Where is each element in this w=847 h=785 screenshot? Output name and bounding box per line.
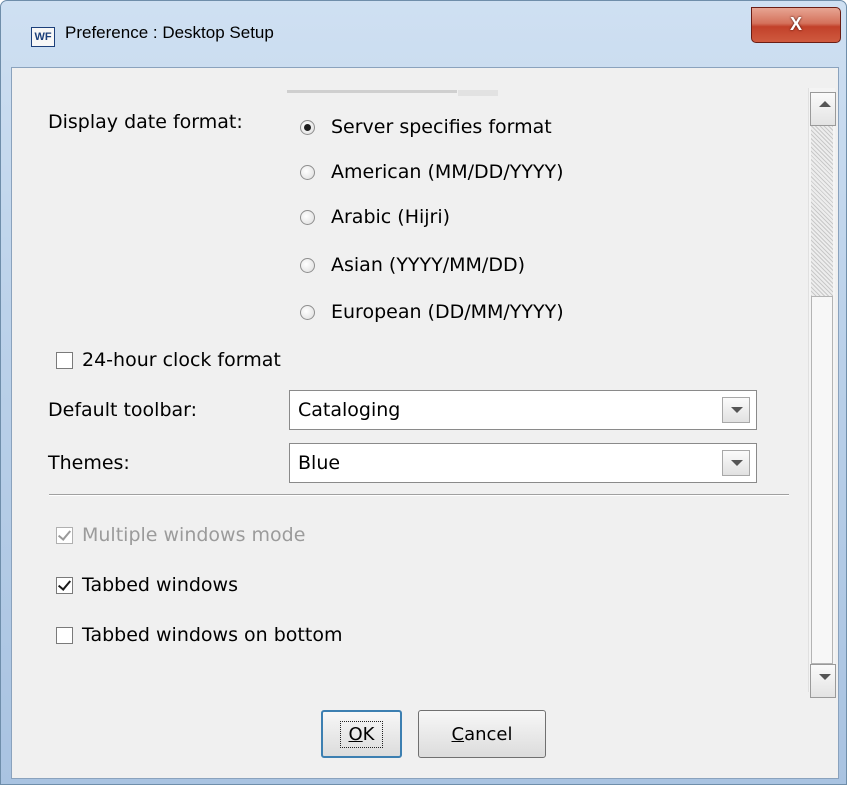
tabbed-bottom-checkbox[interactable]: Tabbed windows on bottom xyxy=(56,624,342,646)
radio-arabic-format[interactable]: Arabic (Hijri) xyxy=(300,206,450,228)
checkbox-disabled xyxy=(56,526,73,544)
checkbox[interactable] xyxy=(56,626,73,644)
radio-label: European (DD/MM/YYYY) xyxy=(331,301,564,323)
radio-label: Asian (YYYY/MM/DD) xyxy=(331,254,525,276)
select-value: Cataloging xyxy=(298,399,401,421)
scroll-up-arrow-icon xyxy=(819,101,831,107)
default-toolbar-select[interactable]: Cataloging xyxy=(289,390,757,430)
checkbox[interactable] xyxy=(56,576,73,594)
scroll-track[interactable] xyxy=(811,126,833,296)
cancel-button[interactable]: Cancel xyxy=(418,710,546,758)
scroll-down-button[interactable] xyxy=(810,664,836,698)
tabbed-windows-checkbox[interactable]: Tabbed windows xyxy=(56,574,238,596)
radio-label: Server specifies format xyxy=(331,116,552,138)
app-logo-icon: WF xyxy=(31,27,55,47)
close-button[interactable]: X xyxy=(751,7,841,43)
themes-select[interactable]: Blue xyxy=(289,443,757,483)
dropdown-button[interactable] xyxy=(722,450,750,476)
dialog-content: Display date format: Server specifies fo… xyxy=(11,67,839,779)
checkbox[interactable] xyxy=(56,351,73,369)
radio-button-selected[interactable] xyxy=(300,119,315,135)
select-value: Blue xyxy=(298,452,341,474)
radio-european-format[interactable]: European (DD/MM/YYYY) xyxy=(300,301,564,323)
radio-button[interactable] xyxy=(300,257,315,273)
checkbox-label: Multiple windows mode xyxy=(82,524,306,546)
window-title: Preference : Desktop Setup xyxy=(65,23,274,42)
scroll-thumb[interactable] xyxy=(811,296,833,664)
radio-american-format[interactable]: American (MM/DD/YYYY) xyxy=(300,161,564,183)
radio-server-format[interactable]: Server specifies format xyxy=(300,116,552,138)
scroll-down-arrow-icon xyxy=(819,674,831,680)
themes-label: Themes: xyxy=(48,452,130,474)
ok-button[interactable]: OK xyxy=(321,710,402,758)
radio-button[interactable] xyxy=(300,209,315,225)
clock-format-checkbox[interactable]: 24-hour clock format xyxy=(56,349,281,371)
separator-line xyxy=(49,494,789,496)
button-label: Cancel xyxy=(451,723,513,745)
radio-button[interactable] xyxy=(300,164,315,180)
tab-strip-stub xyxy=(287,90,457,93)
chevron-down-icon xyxy=(731,407,743,413)
button-label: OK xyxy=(339,720,384,748)
checkbox-label: 24-hour clock format xyxy=(82,349,281,371)
checkbox-label: Tabbed windows on bottom xyxy=(82,624,343,646)
dialog-window: WF Preference : Desktop Setup X Display … xyxy=(0,0,847,785)
checkbox-label: Tabbed windows xyxy=(82,574,238,596)
dropdown-button[interactable] xyxy=(722,397,750,423)
radio-label: American (MM/DD/YYYY) xyxy=(331,161,564,183)
radio-button[interactable] xyxy=(300,304,315,320)
vertical-scrollbar[interactable] xyxy=(808,88,836,698)
default-toolbar-label: Default toolbar: xyxy=(48,399,198,421)
multiple-windows-checkbox: Multiple windows mode xyxy=(56,524,305,546)
date-format-label: Display date format: xyxy=(48,111,243,133)
title-bar[interactable]: WF Preference : Desktop Setup X xyxy=(1,1,846,67)
chevron-down-icon xyxy=(731,460,743,466)
scroll-up-button[interactable] xyxy=(810,92,836,126)
tab-strip-stub-end xyxy=(458,90,498,96)
close-icon: X xyxy=(789,14,802,34)
radio-label: Arabic (Hijri) xyxy=(331,206,451,228)
radio-asian-format[interactable]: Asian (YYYY/MM/DD) xyxy=(300,254,525,276)
